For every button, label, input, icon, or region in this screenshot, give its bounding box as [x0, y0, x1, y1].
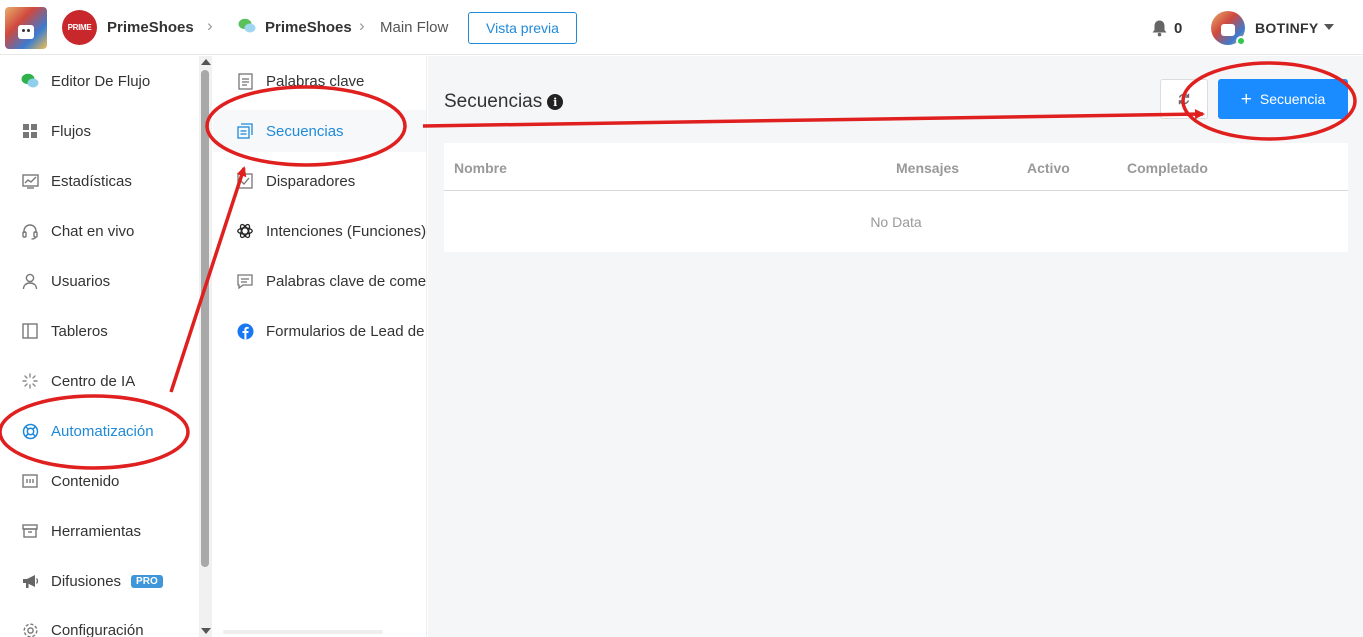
sidebar-item-statistics[interactable]: Estadísticas — [0, 161, 198, 201]
preview-button[interactable]: Vista previa — [468, 12, 577, 44]
column-header-active[interactable]: Activo — [1027, 160, 1070, 176]
sidebar-item-label: Editor De Flujo — [51, 72, 151, 90]
user-icon — [21, 272, 39, 290]
submenu-item-label: Intenciones (Funciones) — [266, 222, 427, 240]
submenu-item-sequences[interactable]: Secuencias — [213, 110, 426, 152]
sidebar-item-label: Chat en vivo — [51, 222, 135, 240]
add-sequence-button[interactable]: + Secuencia — [1218, 79, 1348, 119]
sidebar-item-ai-center[interactable]: Centro de IA — [0, 361, 198, 401]
gear-icon — [21, 621, 39, 637]
online-status-dot — [1236, 36, 1246, 46]
content-icon — [21, 472, 39, 490]
breadcrumb-bot[interactable]: PrimeShoes — [265, 19, 352, 36]
sidebar-item-label: Automatización — [51, 422, 154, 440]
trigger-icon — [236, 172, 254, 190]
plus-icon: + — [1240, 88, 1252, 110]
refresh-icon — [1178, 93, 1190, 105]
sidebar-item-broadcasts[interactable]: Difusiones PRO — [0, 561, 198, 601]
submenu-item-intents[interactable]: Intenciones (Funciones) — [213, 210, 427, 252]
chart-icon — [21, 172, 39, 190]
sidebar-item-settings[interactable]: Configuración — [0, 610, 198, 637]
facebook-icon — [236, 322, 254, 340]
openai-icon — [236, 222, 254, 240]
page-title: Secuencias i — [444, 91, 564, 113]
comment-icon — [236, 272, 254, 290]
sidebar-scrollbar[interactable] — [199, 56, 212, 637]
chevron-right-icon: › — [359, 16, 365, 35]
column-header-completed[interactable]: Completado — [1127, 160, 1208, 176]
sparkle-icon — [21, 372, 39, 390]
sidebar-item-label: Flujos — [51, 122, 92, 140]
chevron-right-icon: › — [207, 16, 213, 35]
submenu-item-label: Palabras clave de comen — [266, 272, 427, 290]
top-bar: PRIME PrimeShoes › PrimeShoes › Main Flo… — [0, 0, 1363, 55]
add-sequence-label: Secuencia — [1259, 91, 1326, 107]
bell-icon — [1152, 20, 1167, 37]
empty-state-text: No Data — [870, 214, 922, 230]
sidebar-item-users[interactable]: Usuarios — [0, 261, 198, 301]
lifebuoy-icon — [21, 422, 39, 440]
column-header-name[interactable]: Nombre — [454, 160, 507, 176]
sequences-table: Nombre Mensajes Activo Completado No Dat… — [444, 143, 1348, 252]
sidebar-item-label: Centro de IA — [51, 372, 136, 390]
sequence-icon — [236, 122, 254, 140]
submenu-item-lead-forms[interactable]: Formularios de Lead de F — [213, 310, 427, 352]
sidebar-item-tools[interactable]: Herramientas — [0, 511, 198, 551]
main-content: Secuencias i + Secuencia Nombre Mensajes… — [428, 56, 1363, 637]
info-icon[interactable]: i — [547, 94, 564, 110]
sidebar: Editor De Flujo Flujos Estadísticas Chat… — [0, 56, 198, 637]
chat-bubbles-icon — [238, 18, 256, 33]
notification-count: 0 — [1174, 19, 1183, 37]
breadcrumb-flow[interactable]: Main Flow — [380, 19, 448, 36]
sidebar-item-content[interactable]: Contenido — [0, 461, 198, 501]
app-logo[interactable] — [5, 7, 47, 49]
sidebar-item-boards[interactable]: Tableros — [0, 311, 198, 351]
submenu-item-keywords[interactable]: Palabras clave — [213, 60, 426, 102]
submenu-item-label: Palabras clave — [266, 72, 365, 90]
sidebar-item-live-chat[interactable]: Chat en vivo — [0, 211, 198, 251]
sidebar-item-flows[interactable]: Flujos — [0, 111, 198, 151]
scroll-down-arrow-icon[interactable] — [201, 628, 211, 634]
board-icon — [21, 322, 39, 340]
sidebar-item-label: Usuarios — [51, 272, 111, 290]
pro-badge: PRO — [131, 574, 163, 588]
chat-bubbles-icon — [21, 72, 39, 90]
breadcrumb-brand[interactable]: PrimeShoes — [107, 19, 194, 36]
archive-icon — [21, 522, 39, 540]
caret-down-icon[interactable] — [1324, 24, 1334, 30]
document-icon — [236, 72, 254, 90]
notifications-button[interactable]: 0 — [1143, 14, 1193, 42]
user-name[interactable]: BOTINFY — [1255, 20, 1319, 36]
horizontal-scrollbar[interactable] — [223, 630, 383, 634]
grid-icon — [21, 122, 39, 140]
refresh-button[interactable] — [1160, 79, 1208, 119]
submenu-item-triggers[interactable]: Disparadores — [213, 160, 426, 202]
submenu-item-label: Disparadores — [266, 172, 356, 190]
sidebar-item-label: Contenido — [51, 472, 120, 490]
sidebar-item-automation[interactable]: Automatización — [0, 411, 198, 451]
column-header-messages[interactable]: Mensajes — [896, 160, 959, 176]
page-title-text: Secuencias — [444, 91, 543, 112]
submenu-item-label: Secuencias — [266, 122, 344, 140]
submenu-item-label: Formularios de Lead de F — [266, 322, 427, 340]
sidebar-item-label: Configuración — [51, 621, 144, 637]
brand-logo: PRIME — [62, 10, 97, 45]
table-header: Nombre Mensajes Activo Completado — [444, 143, 1348, 191]
sidebar-item-label: Tableros — [51, 322, 108, 340]
headset-icon — [21, 222, 39, 240]
automation-submenu: Palabras clave Secuencias Disparadores I… — [213, 56, 427, 637]
sidebar-item-flow-editor[interactable]: Editor De Flujo — [0, 61, 198, 101]
sidebar-item-label: Difusiones — [51, 572, 122, 590]
megaphone-icon — [21, 572, 39, 590]
submenu-item-comment-keywords[interactable]: Palabras clave de comen — [213, 260, 427, 302]
scroll-up-arrow-icon[interactable] — [201, 59, 211, 65]
sidebar-item-label: Estadísticas — [51, 172, 132, 190]
avatar[interactable] — [1211, 11, 1246, 46]
scrollbar-thumb[interactable] — [201, 70, 209, 567]
sidebar-item-label: Herramientas — [51, 522, 142, 540]
